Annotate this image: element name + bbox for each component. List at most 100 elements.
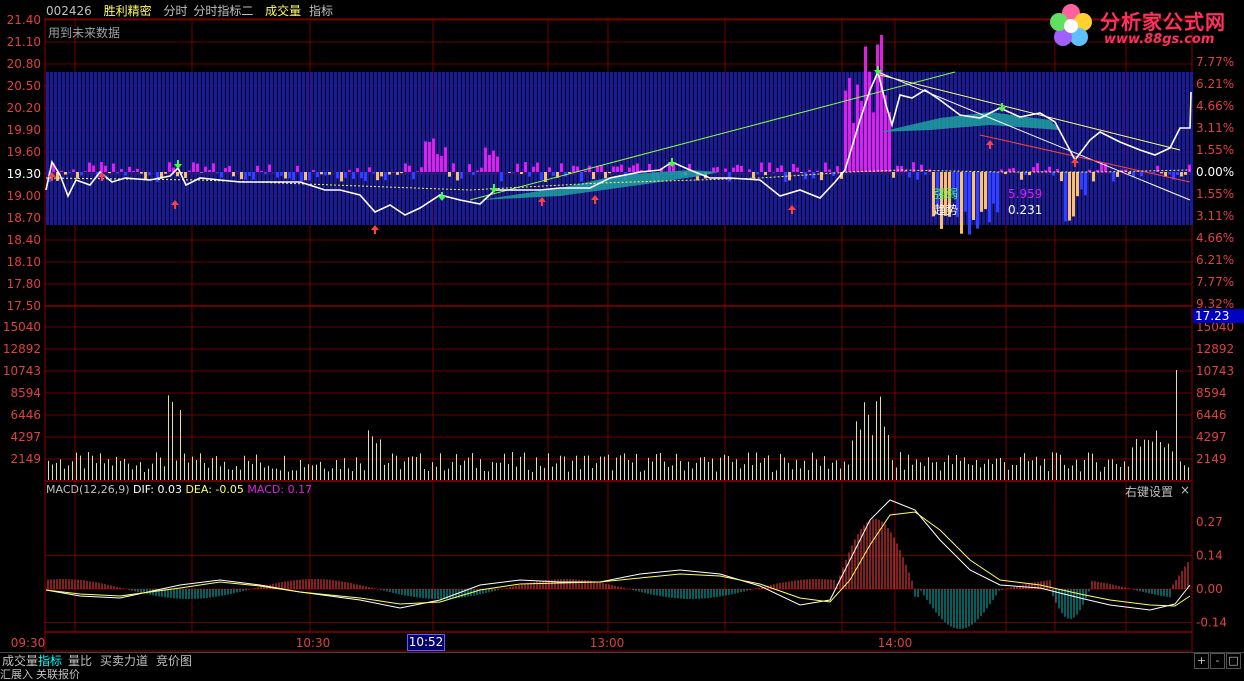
histogram-bar	[476, 170, 479, 172]
indicator-band-bar	[114, 72, 117, 225]
histogram-bar	[560, 163, 563, 172]
macd-tick-label: -0.14	[1196, 616, 1227, 630]
tab-related-quotes[interactable]: 关联报价	[36, 669, 80, 681]
volume-bar	[372, 436, 373, 480]
indicator-band-bar	[738, 72, 741, 225]
chart-header: 002426 胜利精密 分时 分时指标二 成交量 指标	[46, 2, 341, 18]
histogram-bar	[432, 138, 435, 172]
header-item-fenshi[interactable]: 分时	[163, 4, 187, 18]
indicator-band-bar	[274, 72, 277, 225]
header-item-indicator[interactable]: 指标	[309, 4, 333, 18]
volume-bar	[536, 457, 537, 480]
pct-tick-label: 7.77%	[1196, 55, 1234, 69]
histogram-bar	[156, 172, 159, 182]
zoom-in-button[interactable]: +	[1194, 653, 1209, 669]
header-item-indicator2[interactable]: 分时指标二	[193, 4, 253, 18]
volume-bar	[1128, 466, 1129, 480]
indicator-band-bar	[830, 72, 833, 225]
maximize-button[interactable]: □	[1226, 653, 1241, 669]
volume-bar	[472, 453, 473, 480]
histogram-bar	[428, 141, 431, 172]
indicator-band-bar	[814, 72, 817, 225]
volume-bar	[1148, 440, 1149, 480]
histogram-bar	[784, 172, 787, 182]
volume-bar	[672, 465, 673, 480]
histogram-bar	[92, 165, 95, 172]
indicator-band-bar	[922, 72, 925, 225]
indicator-band-bar	[134, 72, 137, 225]
tab-import[interactable]: 汇展入	[0, 669, 33, 681]
indicator-band-bar	[530, 72, 533, 225]
macd-dif-label: DIF:	[133, 483, 154, 496]
indicator-band-bar	[554, 72, 557, 225]
indicator-band-bar	[326, 72, 329, 225]
indicator-band-bar	[1162, 72, 1165, 225]
tab-indicator[interactable]: 指标	[36, 654, 64, 669]
volume-bar	[184, 453, 185, 480]
volume-bar	[828, 468, 829, 480]
zoom-out-button[interactable]: -	[1210, 653, 1225, 669]
volume-bar	[444, 470, 445, 480]
indicator-label-trend: 趋势	[934, 203, 958, 217]
volume-bar	[556, 463, 557, 480]
volume-bar	[944, 462, 945, 480]
volume-bar	[312, 465, 313, 480]
histogram-bar	[1180, 172, 1183, 177]
tab-volume[interactable]: 成交量	[0, 654, 40, 669]
header-item-volume[interactable]: 成交量	[265, 4, 301, 18]
indicator-band-bar	[626, 72, 629, 225]
histogram-bar	[260, 170, 263, 172]
pct-tick-label: 4.66%	[1196, 99, 1234, 113]
histogram-bar	[516, 163, 519, 172]
tab-volume-ratio[interactable]: 量比	[66, 654, 94, 669]
histogram-bar	[444, 147, 447, 172]
histogram-bar	[868, 71, 871, 172]
volume-bar	[104, 463, 105, 480]
volume-bar	[656, 454, 657, 480]
volume-bar	[1024, 453, 1025, 480]
volume-bar	[1072, 465, 1073, 480]
volume-bar	[348, 468, 349, 480]
volume-bar	[256, 454, 257, 480]
histogram-bar	[732, 167, 735, 172]
indicator-band-bar	[494, 72, 497, 225]
volume-bar	[456, 454, 457, 480]
histogram-bar	[872, 112, 875, 172]
histogram-bar	[1052, 172, 1055, 176]
right-click-settings[interactable]: 右键设置	[1125, 483, 1173, 500]
histogram-bar	[416, 171, 419, 172]
volume-bar	[576, 455, 577, 480]
histogram-bar	[1112, 172, 1115, 182]
volume-bar	[364, 470, 365, 480]
volume-bar	[332, 468, 333, 480]
intraday-chart[interactable]: 21.40 21.10 20.80 20.50 20.20 19.90 19.60 19.30…	[0, 0, 1244, 681]
volume-bar	[548, 453, 549, 480]
volume-bar	[1136, 438, 1137, 480]
tab-auction-chart[interactable]: 竞价图	[154, 654, 194, 669]
histogram-bar	[608, 172, 611, 174]
volume-bar	[172, 401, 173, 480]
current-price-label: 17.23	[1193, 309, 1244, 323]
close-icon[interactable]: ×	[1180, 483, 1190, 497]
indicator-band-bar	[566, 72, 569, 225]
volume-bar	[488, 471, 489, 480]
tab-buy-sell-force[interactable]: 买卖力道	[98, 654, 150, 669]
volume-bar	[796, 459, 797, 480]
volume-bar	[996, 458, 997, 480]
indicator-band-bar	[646, 72, 649, 225]
volume-tick-label-right: 10743	[1196, 364, 1234, 378]
indicator-band-bar	[838, 72, 841, 225]
indicator-band-bar	[718, 72, 721, 225]
histogram-bar	[1068, 172, 1071, 221]
indicator-band-bar	[106, 72, 109, 225]
volume-bar	[932, 462, 933, 480]
volume-tick-label: 10743	[3, 364, 41, 378]
volume-bar	[580, 469, 581, 480]
volume-bar	[296, 470, 297, 480]
indicator-band-bar	[746, 72, 749, 225]
indicator-band-bar	[186, 72, 189, 225]
volume-bar	[420, 453, 421, 480]
histogram-bar	[992, 172, 995, 204]
histogram-bar	[876, 44, 879, 172]
indicator-band-bar	[610, 72, 613, 225]
